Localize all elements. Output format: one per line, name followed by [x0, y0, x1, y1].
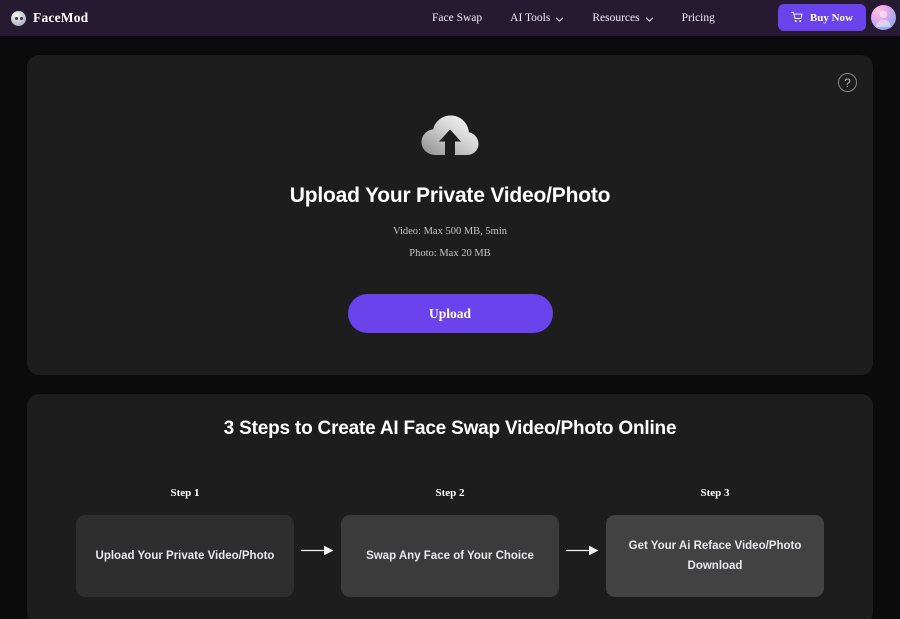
step-box-text-line1: Get Your Ai Reface Video/Photo	[628, 539, 802, 552]
upload-photo-limit: Photo: Max 20 MB	[409, 248, 491, 259]
top-navigation-bar: FaceMod Face Swap AI Tools Resources Pri…	[0, 0, 900, 36]
arrow-right-icon	[301, 545, 334, 556]
step-column-3: Step 3 Get Your Ai Reface Video/Photo Do…	[606, 487, 824, 597]
nav-item-label: AI Tools	[510, 12, 551, 24]
buy-now-button[interactable]: Buy Now	[777, 4, 866, 31]
brand-name: FaceMod	[33, 10, 89, 25]
upload-title: Upload Your Private Video/Photo	[289, 184, 611, 207]
step-box-text-line2: Download	[687, 560, 743, 572]
step-box-text: Swap Any Face of Your Choice	[366, 549, 534, 562]
step-arrow-1	[294, 487, 341, 556]
step-column-1: Step 1 Upload Your Private Video/Photo	[76, 487, 294, 597]
step-label-3: Step 3	[700, 487, 730, 499]
upload-video-limit: Video: Max 500 MB, 5min	[393, 226, 507, 237]
nav-item-ai-tools[interactable]: AI Tools	[496, 0, 578, 36]
step-box-text: Get Your Ai Reface Video/Photo Download	[629, 536, 802, 576]
step-box-2[interactable]: Swap Any Face of Your Choice	[341, 515, 559, 597]
nav-item-face-swap[interactable]: Face Swap	[418, 0, 496, 36]
shopping-cart-icon	[791, 11, 803, 23]
upload-card: ? Upload Your Private Video/Photo Video:…	[27, 55, 873, 375]
buy-now-label: Buy Now	[809, 11, 853, 24]
brand-logo[interactable]: FaceMod	[11, 10, 88, 26]
nav-item-label: Face Swap	[432, 12, 483, 24]
user-avatar-icon[interactable]	[871, 5, 896, 30]
nav-item-label: Resources	[592, 12, 640, 24]
nav-item-label: Pricing	[681, 12, 715, 24]
step-label-1: Step 1	[170, 487, 200, 499]
chevron-down-icon	[556, 17, 564, 22]
step-box-1[interactable]: Upload Your Private Video/Photo	[76, 515, 294, 597]
nav-item-pricing[interactable]: Pricing	[668, 0, 729, 36]
step-column-2: Step 2 Swap Any Face of Your Choice	[341, 487, 559, 597]
steps-card: 3 Steps to Create AI Face Swap Video/Pho…	[27, 394, 873, 619]
steps-row: Step 1 Upload Your Private Video/Photo S…	[27, 487, 873, 597]
step-label-2: Step 2	[435, 487, 465, 499]
upload-card-content: Upload Your Private Video/Photo Video: M…	[27, 55, 873, 333]
nav-item-resources[interactable]: Resources	[578, 0, 667, 36]
help-icon[interactable]: ?	[838, 73, 857, 92]
step-arrow-2	[559, 487, 606, 556]
chevron-down-icon	[645, 17, 653, 22]
cloud-upload-icon	[421, 115, 479, 155]
face-logo-icon	[11, 10, 26, 26]
arrow-right-icon	[566, 545, 599, 556]
upload-button[interactable]: Upload	[347, 294, 553, 333]
step-box-text: Upload Your Private Video/Photo	[95, 549, 275, 562]
step-box-3[interactable]: Get Your Ai Reface Video/Photo Download	[606, 515, 824, 597]
steps-section-title: 3 Steps to Create AI Face Swap Video/Pho…	[223, 418, 677, 439]
main-navigation: Face Swap AI Tools Resources Pricing	[418, 0, 729, 36]
